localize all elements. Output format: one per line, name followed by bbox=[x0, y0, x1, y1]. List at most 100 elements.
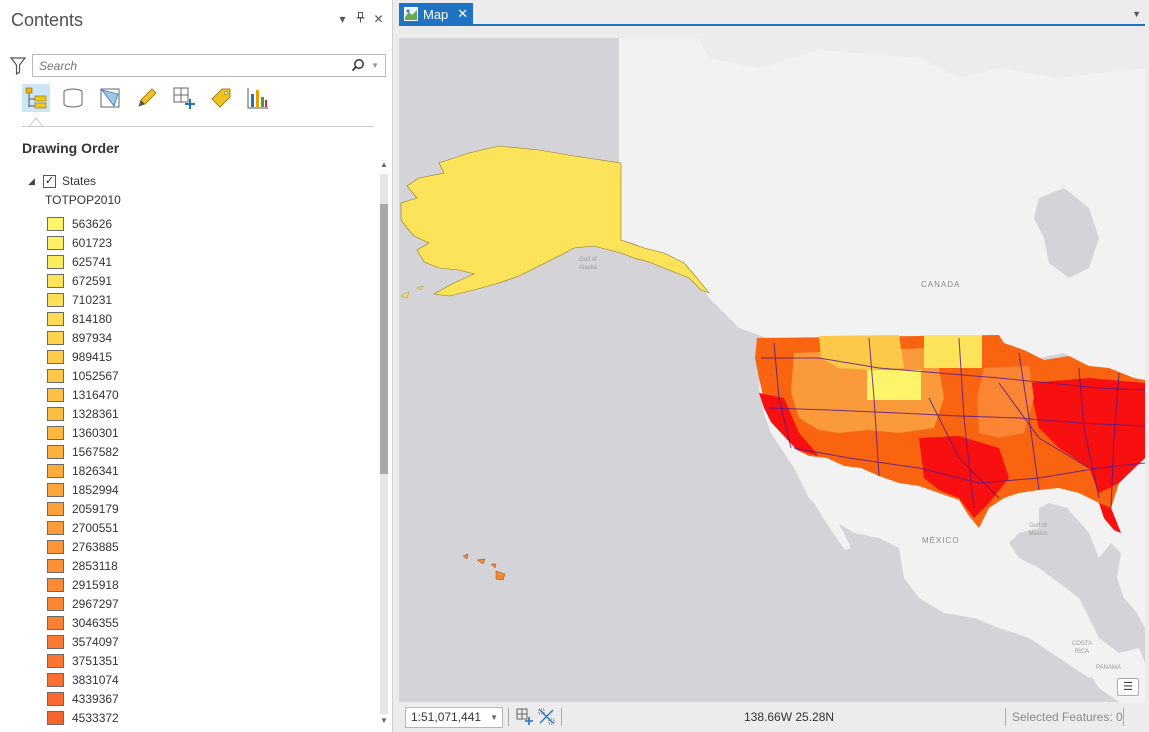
legend-item[interactable]: 1826341 bbox=[47, 461, 119, 480]
legend-item[interactable]: 710231 bbox=[47, 290, 119, 309]
legend-swatch[interactable] bbox=[47, 634, 64, 649]
list-by-snapping-button[interactable] bbox=[170, 84, 198, 112]
legend-item[interactable]: 1052567 bbox=[47, 366, 119, 385]
list-by-editing-button[interactable] bbox=[133, 84, 161, 112]
legend-label: 2700551 bbox=[72, 520, 119, 535]
map-canvas[interactable]: CANADA MÉXICO Gulf of Alaska Gulf of Mex… bbox=[399, 38, 1145, 702]
pane-menu-icon[interactable]: ▾ bbox=[337, 12, 348, 26]
database-icon bbox=[63, 88, 83, 108]
legend-item[interactable]: 672591 bbox=[47, 271, 119, 290]
scroll-thumb[interactable] bbox=[380, 204, 388, 474]
auto-hide-pin-icon[interactable] bbox=[355, 12, 366, 26]
legend-item[interactable]: 897934 bbox=[47, 328, 119, 347]
legend-swatch[interactable] bbox=[47, 330, 64, 345]
legend-swatch[interactable] bbox=[47, 425, 64, 440]
legend-swatch[interactable] bbox=[47, 406, 64, 421]
legend-item[interactable]: 625741 bbox=[47, 252, 119, 271]
legend-item[interactable]: 2059179 bbox=[47, 499, 119, 518]
legend-item[interactable]: 3831074 bbox=[47, 670, 119, 689]
legend-swatch[interactable] bbox=[47, 368, 64, 383]
contents-scrollbar[interactable]: ▲ ▼ bbox=[379, 160, 389, 726]
legend-swatch[interactable] bbox=[47, 615, 64, 630]
legend-swatch[interactable] bbox=[47, 558, 64, 573]
legend-swatch[interactable] bbox=[47, 444, 64, 459]
legend-item[interactable]: 2853118 bbox=[47, 556, 119, 575]
legend-swatch[interactable] bbox=[47, 254, 64, 269]
legend-label: 897934 bbox=[72, 330, 113, 345]
pane-controls: ▾ ✕ bbox=[337, 12, 384, 26]
drawing-order-button[interactable] bbox=[22, 84, 50, 112]
search-input[interactable] bbox=[33, 55, 333, 76]
legend-item[interactable]: 814180 bbox=[47, 309, 119, 328]
legend-item[interactable]: 2700551 bbox=[47, 518, 119, 537]
selection-icon bbox=[100, 88, 120, 108]
grid-snapping-icon[interactable] bbox=[516, 708, 533, 725]
scale-dropdown[interactable]: 1:51,071,441 ▼ bbox=[405, 707, 503, 728]
legend-item[interactable]: 2763885 bbox=[47, 537, 119, 556]
legend-item[interactable]: 3046355 bbox=[47, 613, 119, 632]
legend-swatch[interactable] bbox=[47, 596, 64, 611]
legend-swatch[interactable] bbox=[47, 672, 64, 687]
legend-swatch[interactable] bbox=[47, 520, 64, 535]
list-by-data-source-button[interactable] bbox=[59, 84, 87, 112]
list-charts-button[interactable] bbox=[244, 84, 272, 112]
legend-item[interactable]: 1360301 bbox=[47, 423, 119, 442]
list-by-selection-button[interactable] bbox=[96, 84, 124, 112]
legend-item[interactable]: 2967297 bbox=[47, 594, 119, 613]
legend-swatch[interactable] bbox=[47, 311, 64, 326]
legend-item[interactable]: 989415 bbox=[47, 347, 119, 366]
search-options-chevron-icon[interactable]: ▼ bbox=[371, 61, 379, 70]
legend-item[interactable]: 601723 bbox=[47, 233, 119, 252]
close-pane-icon[interactable]: ✕ bbox=[373, 12, 384, 26]
legend-item[interactable]: 1316470 bbox=[47, 385, 119, 404]
close-tab-icon[interactable]: ✕ bbox=[457, 6, 468, 22]
legend-item[interactable]: 1852994 bbox=[47, 480, 119, 499]
map-legend-toggle-icon[interactable]: ☰ bbox=[1117, 678, 1139, 696]
legend-label: 1852994 bbox=[72, 482, 119, 497]
legend-swatch[interactable] bbox=[47, 577, 64, 592]
legend-swatch[interactable] bbox=[47, 482, 64, 497]
layer-row-states[interactable]: ◢ ✓ States bbox=[28, 172, 96, 190]
scroll-up-arrow-icon[interactable]: ▲ bbox=[380, 160, 388, 169]
dakota-states bbox=[924, 335, 982, 368]
filter-icon[interactable] bbox=[10, 57, 26, 75]
layer-visibility-checkbox[interactable]: ✓ bbox=[43, 174, 56, 188]
legend-label: 2059179 bbox=[72, 501, 119, 516]
legend-swatch[interactable] bbox=[47, 539, 64, 554]
search-box[interactable]: ▼ bbox=[32, 54, 386, 77]
legend-item[interactable]: 563626 bbox=[47, 214, 119, 233]
scroll-down-arrow-icon[interactable]: ▼ bbox=[380, 716, 388, 725]
legend-item[interactable]: 4339367 bbox=[47, 689, 119, 708]
legend-swatch[interactable] bbox=[47, 273, 64, 288]
legend-swatch[interactable] bbox=[47, 349, 64, 364]
tab-map[interactable]: Map ✕ bbox=[399, 3, 473, 25]
legend-swatch[interactable] bbox=[47, 463, 64, 478]
tab-list-chevron-icon[interactable]: ▼ bbox=[1132, 9, 1141, 19]
legend-item[interactable]: 4533372 bbox=[47, 708, 119, 726]
legend-label: 4533372 bbox=[72, 710, 119, 725]
search-icon[interactable] bbox=[351, 58, 365, 72]
legend-swatch[interactable] bbox=[47, 710, 64, 725]
legend-swatch[interactable] bbox=[47, 653, 64, 668]
legend-item[interactable]: 1567582 bbox=[47, 442, 119, 461]
legend-swatch[interactable] bbox=[47, 216, 64, 231]
list-by-labeling-button[interactable] bbox=[207, 84, 235, 112]
legend-item[interactable]: 3751351 bbox=[47, 651, 119, 670]
legend-label: 601723 bbox=[72, 235, 113, 250]
collapse-triangle-icon[interactable]: ◢ bbox=[28, 176, 37, 187]
legend-item[interactable]: 3574097 bbox=[47, 632, 119, 651]
layer-name[interactable]: States bbox=[62, 174, 96, 188]
legend-swatch[interactable] bbox=[47, 292, 64, 307]
selected-features-count[interactable]: Selected Features: 0 bbox=[1012, 710, 1123, 724]
legend-swatch[interactable] bbox=[47, 235, 64, 250]
legend-swatch[interactable] bbox=[47, 501, 64, 516]
legend-swatch[interactable] bbox=[47, 691, 64, 706]
coordinate-system-icon[interactable] bbox=[538, 708, 555, 725]
legend-label: 1052567 bbox=[72, 368, 119, 383]
legend-item[interactable]: 1328361 bbox=[47, 404, 119, 423]
legend-item[interactable]: 2915918 bbox=[47, 575, 119, 594]
legend-swatch[interactable] bbox=[47, 387, 64, 402]
tab-map-label[interactable]: Map bbox=[423, 7, 448, 22]
scale-value[interactable]: 1:51,071,441 bbox=[411, 710, 481, 724]
scale-chevron-icon[interactable]: ▼ bbox=[490, 708, 498, 727]
